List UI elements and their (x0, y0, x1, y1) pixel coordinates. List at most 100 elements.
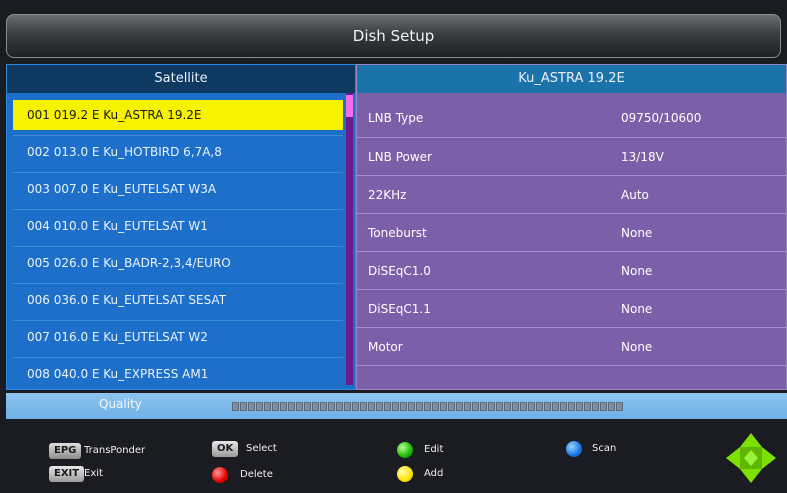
green-hint: Edit (424, 444, 444, 455)
satellite-header: Satellite (7, 65, 355, 93)
quality-segment (424, 402, 431, 411)
quality-segment (248, 402, 255, 411)
footer-hints: EPG TransPonder EXIT Exit OK Select Dele… (0, 424, 787, 493)
blue-hint: Scan (592, 443, 617, 454)
setting-22khz[interactable]: 22KHz Auto (357, 176, 786, 214)
setting-label: LNB Power (368, 150, 432, 164)
quality-segment (344, 402, 351, 411)
setting-label: LNB Type (368, 111, 424, 125)
exit-hint: Exit (84, 468, 103, 479)
quality-segment (400, 402, 407, 411)
setting-motor[interactable]: Motor None (357, 328, 786, 366)
quality-segment (504, 402, 511, 411)
quality-segment (384, 402, 391, 411)
divider (13, 209, 343, 210)
quality-segment (360, 402, 367, 411)
divider (13, 246, 343, 247)
divider (13, 320, 343, 321)
setting-value: 13/18V (621, 150, 664, 164)
satellite-item-4[interactable]: 004 010.0 E Ku_EUTELSAT W1 (13, 211, 343, 241)
quality-segment (240, 402, 247, 411)
yellow-button-icon[interactable] (397, 466, 413, 482)
satellite-panel: Satellite 001 019.2 E Ku_ASTRA 19.2E 002… (6, 64, 356, 390)
quality-meter (232, 402, 623, 411)
exit-key[interactable]: EXIT (49, 466, 85, 482)
setting-value: None (621, 264, 653, 278)
quality-segment (256, 402, 263, 411)
setting-diseqc11[interactable]: DiSEqC1.1 None (357, 290, 786, 328)
quality-segment (368, 402, 375, 411)
quality-segment (408, 402, 415, 411)
red-hint: Delete (240, 469, 273, 480)
quality-segment (320, 402, 327, 411)
setting-value: None (621, 302, 653, 316)
satellite-item-2[interactable]: 002 013.0 E Ku_HOTBIRD 6,7A,8 (13, 137, 343, 167)
quality-segment (312, 402, 319, 411)
quality-segment (560, 402, 567, 411)
quality-segment (600, 402, 607, 411)
divider (13, 283, 343, 284)
quality-segment (512, 402, 519, 411)
quality-segment (280, 402, 287, 411)
quality-segment (576, 402, 583, 411)
green-button-icon[interactable] (397, 442, 413, 458)
divider (13, 172, 343, 173)
quality-segment (336, 402, 343, 411)
satellite-item-3[interactable]: 003 007.0 E Ku_EUTELSAT W3A (13, 174, 343, 204)
setting-label: Motor (368, 340, 403, 354)
quality-segment (472, 402, 479, 411)
setting-value: None (621, 226, 653, 240)
quality-segment (488, 402, 495, 411)
setting-label: DiSEqC1.0 (368, 264, 431, 278)
quality-segment (416, 402, 423, 411)
quality-segment (520, 402, 527, 411)
quality-segment (328, 402, 335, 411)
quality-segment (432, 402, 439, 411)
scrollbar[interactable] (346, 93, 353, 385)
setting-value: Auto (621, 188, 649, 202)
setting-label: Toneburst (368, 226, 427, 240)
setting-toneburst[interactable]: Toneburst None (357, 214, 786, 252)
quality-segment (536, 402, 543, 411)
setting-lnb-type[interactable]: LNB Type 09750/10600 (357, 99, 786, 137)
quality-segment (616, 402, 623, 411)
satellite-item-7[interactable]: 007 016.0 E Ku_EUTELSAT W2 (13, 322, 343, 352)
setting-value: None (621, 340, 653, 354)
satellite-item-5[interactable]: 005 026.0 E Ku_BADR-2,3,4/EURO (13, 248, 343, 278)
quality-segment (272, 402, 279, 411)
quality-segment (392, 402, 399, 411)
satellite-item-6[interactable]: 006 036.0 E Ku_EUTELSAT SESAT (13, 285, 343, 315)
satellite-item-8[interactable]: 008 040.0 E Ku_EXPRESS AM1 (13, 359, 343, 389)
setting-diseqc10[interactable]: DiSEqC1.0 None (357, 252, 786, 290)
satellite-item-1[interactable]: 001 019.2 E Ku_ASTRA 19.2E (13, 100, 343, 130)
quality-segment (592, 402, 599, 411)
quality-segment (608, 402, 615, 411)
red-button-icon[interactable] (212, 467, 228, 483)
navigation-arrows-icon (726, 433, 776, 483)
quality-segment (584, 402, 591, 411)
quality-segment (544, 402, 551, 411)
divider (13, 357, 343, 358)
quality-segment (440, 402, 447, 411)
setting-lnb-power[interactable]: LNB Power 13/18V (357, 138, 786, 176)
divider (357, 365, 786, 366)
divider (13, 135, 343, 136)
selected-satellite-header: Ku_ASTRA 19.2E (357, 65, 786, 93)
scrollbar-thumb[interactable] (346, 95, 353, 117)
yellow-hint: Add (424, 468, 444, 479)
quality-segment (264, 402, 271, 411)
setting-label: 22KHz (368, 188, 407, 202)
quality-segment (232, 402, 239, 411)
setting-value: 09750/10600 (621, 111, 702, 125)
setting-label: DiSEqC1.1 (368, 302, 431, 316)
quality-label: Quality (99, 397, 142, 411)
quality-segment (352, 402, 359, 411)
epg-key[interactable]: EPG (49, 443, 82, 459)
quality-segment (288, 402, 295, 411)
quality-segment (456, 402, 463, 411)
quality-segment (552, 402, 559, 411)
quality-segment (528, 402, 535, 411)
ok-hint: Select (246, 443, 277, 454)
blue-button-icon[interactable] (566, 441, 582, 457)
ok-key[interactable]: OK (212, 441, 239, 457)
